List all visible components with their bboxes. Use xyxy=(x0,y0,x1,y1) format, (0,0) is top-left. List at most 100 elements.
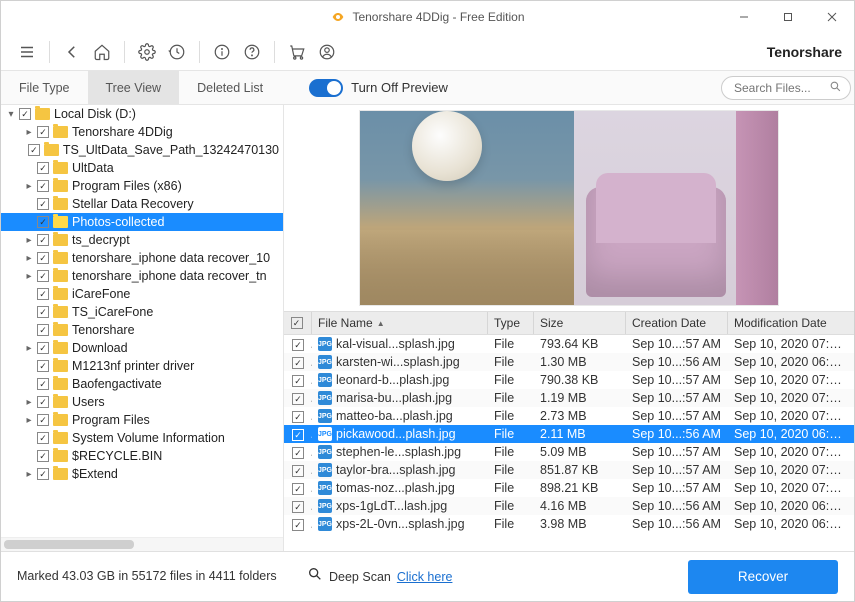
tree-item[interactable]: ✓Baofengactivate xyxy=(1,375,283,393)
folder-icon xyxy=(53,162,68,174)
tree-item[interactable]: ▸✓Users xyxy=(1,393,283,411)
table-row[interactable]: ✓ JPGxps-2L-0vn...splash.jpg File 3.98 M… xyxy=(284,515,854,533)
col-creation-date[interactable]: Creation Date xyxy=(626,312,728,334)
folder-icon xyxy=(35,108,50,120)
tree-item[interactable]: ▸✓Download xyxy=(1,339,283,357)
titlebar: Tenorshare 4DDig - Free Edition xyxy=(1,1,854,33)
app-logo-icon xyxy=(330,9,346,25)
tree-root[interactable]: ▾✓Local Disk (D:) xyxy=(1,105,283,123)
tab-file-type[interactable]: File Type xyxy=(1,71,88,104)
row-checkbox[interactable]: ✓ xyxy=(292,393,304,405)
deep-scan-link[interactable]: Click here xyxy=(397,570,453,584)
preview-area xyxy=(284,105,854,311)
table-row[interactable]: ✓ JPGmarisa-bu...plash.jpg File 1.19 MB … xyxy=(284,389,854,407)
folder-icon xyxy=(53,342,68,354)
tree-item[interactable]: ✓iCareFone xyxy=(1,285,283,303)
tree-item[interactable]: ▸✓Program Files xyxy=(1,411,283,429)
tab-tree-view[interactable]: Tree View xyxy=(88,71,180,104)
row-checkbox[interactable]: ✓ xyxy=(292,447,304,459)
tree-item[interactable]: ▸✓tenorshare_iphone data recover_10 xyxy=(1,249,283,267)
menu-button[interactable] xyxy=(13,38,41,66)
tree-panel: ▾✓Local Disk (D:)▸✓Tenorshare 4DDig✓TS_U… xyxy=(1,105,284,551)
tree-item[interactable]: ▸✓tenorshare_iphone data recover_tn xyxy=(1,267,283,285)
back-button[interactable] xyxy=(58,38,86,66)
info-button[interactable] xyxy=(208,38,236,66)
table-header: ✓ File Name▲ Type Size Creation Date Mod… xyxy=(284,311,854,335)
row-checkbox[interactable]: ✓ xyxy=(292,465,304,477)
row-checkbox[interactable]: ✓ xyxy=(292,483,304,495)
close-button[interactable] xyxy=(810,1,854,33)
maximize-button[interactable] xyxy=(766,1,810,33)
row-checkbox[interactable]: ✓ xyxy=(292,429,304,441)
col-file-name[interactable]: File Name▲ xyxy=(312,312,488,334)
row-checkbox[interactable]: ✓ xyxy=(292,411,304,423)
tree-item[interactable]: ▸✓$Extend xyxy=(1,465,283,483)
tree-item[interactable]: ▸✓ts_decrypt xyxy=(1,231,283,249)
preview-image xyxy=(359,110,779,306)
folder-icon xyxy=(53,306,68,318)
jpg-icon: JPG xyxy=(318,445,332,459)
tree-item[interactable]: ▸✓Program Files (x86) xyxy=(1,177,283,195)
col-size[interactable]: Size xyxy=(534,312,626,334)
cart-button[interactable] xyxy=(283,38,311,66)
main-panel: ✓ File Name▲ Type Size Creation Date Mod… xyxy=(284,105,854,551)
jpg-icon: JPG xyxy=(318,337,332,351)
table-row[interactable]: ✓ JPGkarsten-wi...splash.jpg File 1.30 M… xyxy=(284,353,854,371)
settings-button[interactable] xyxy=(133,38,161,66)
tree-item[interactable]: ✓Photos-collected xyxy=(1,213,283,231)
folder-icon xyxy=(53,468,68,480)
row-checkbox[interactable]: ✓ xyxy=(292,375,304,387)
tree-item[interactable]: ✓Tenorshare xyxy=(1,321,283,339)
tree-hscrollbar[interactable] xyxy=(1,537,283,551)
folder-icon xyxy=(53,378,68,390)
folder-icon xyxy=(53,198,68,210)
row-checkbox[interactable]: ✓ xyxy=(292,501,304,513)
jpg-icon: JPG xyxy=(318,481,332,495)
recover-button[interactable]: Recover xyxy=(688,560,838,594)
table-row[interactable]: ✓ JPGtomas-noz...plash.jpg File 898.21 K… xyxy=(284,479,854,497)
search-input[interactable] xyxy=(721,76,851,100)
home-button[interactable] xyxy=(88,38,116,66)
account-button[interactable] xyxy=(313,38,341,66)
minimize-button[interactable] xyxy=(722,1,766,33)
tree-item[interactable]: ✓$RECYCLE.BIN xyxy=(1,447,283,465)
folder-icon xyxy=(53,234,68,246)
help-button[interactable] xyxy=(238,38,266,66)
jpg-icon: JPG xyxy=(318,517,332,531)
tree-item[interactable]: ✓TS_UltData_Save_Path_13242470130 xyxy=(1,141,283,159)
tree-item[interactable]: ✓System Volume Information xyxy=(1,429,283,447)
status-text: Marked 43.03 GB in 55172 files in 4411 f… xyxy=(17,568,277,584)
preview-toggle[interactable] xyxy=(309,79,343,97)
table-row[interactable]: ✓ JPGstephen-le...splash.jpg File 5.09 M… xyxy=(284,443,854,461)
folder-icon xyxy=(53,288,68,300)
magnify-icon xyxy=(307,566,323,587)
footer: Marked 43.03 GB in 55172 files in 4411 f… xyxy=(1,551,854,601)
tree-item[interactable]: ✓TS_iCareFone xyxy=(1,303,283,321)
tree-item[interactable]: ✓Stellar Data Recovery xyxy=(1,195,283,213)
tree-item[interactable]: ✓M1213nf printer driver xyxy=(1,357,283,375)
tabs-row: File Type Tree View Deleted List Turn Of… xyxy=(1,71,854,105)
folder-icon xyxy=(44,144,59,156)
deep-scan-label: Deep Scan xyxy=(329,570,391,584)
folder-icon xyxy=(53,360,68,372)
table-row[interactable]: ✓ JPGxps-1gLdT...lash.jpg File 4.16 MB S… xyxy=(284,497,854,515)
folder-icon xyxy=(53,432,68,444)
tree-item[interactable]: ✓UltData xyxy=(1,159,283,177)
sort-asc-icon: ▲ xyxy=(377,319,385,328)
table-row[interactable]: ✓ JPGkal-visual...splash.jpg File 793.64… xyxy=(284,335,854,353)
row-checkbox[interactable]: ✓ xyxy=(292,357,304,369)
table-row[interactable]: ✓ JPGleonard-b...plash.jpg File 790.38 K… xyxy=(284,371,854,389)
tree-item[interactable]: ▸✓Tenorshare 4DDig xyxy=(1,123,283,141)
table-row[interactable]: ✓ JPGpickawood...plash.jpg File 2.11 MB … xyxy=(284,425,854,443)
tab-deleted-list[interactable]: Deleted List xyxy=(179,71,281,104)
col-type[interactable]: Type xyxy=(488,312,534,334)
header-checkbox[interactable]: ✓ xyxy=(291,317,303,329)
folder-icon xyxy=(53,450,68,462)
row-checkbox[interactable]: ✓ xyxy=(292,339,304,351)
row-checkbox[interactable]: ✓ xyxy=(292,519,304,531)
col-modification-date[interactable]: Modification Date xyxy=(728,312,854,334)
table-row[interactable]: ✓ JPGtaylor-bra...splash.jpg File 851.87… xyxy=(284,461,854,479)
history-button[interactable] xyxy=(163,38,191,66)
jpg-icon: JPG xyxy=(318,355,332,369)
table-row[interactable]: ✓ JPGmatteo-ba...plash.jpg File 2.73 MB … xyxy=(284,407,854,425)
